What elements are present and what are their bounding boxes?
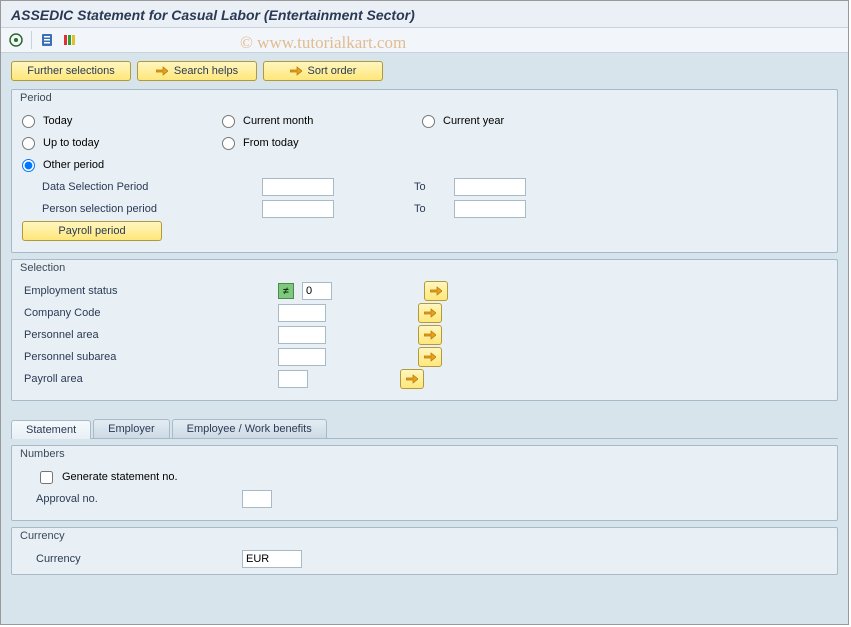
- company-code-row: Company Code: [22, 302, 827, 324]
- app-frame: ASSEDIC Statement for Casual Labor (Ente…: [0, 0, 849, 625]
- radio-label: Up to today: [43, 137, 99, 149]
- currency-group: Currency Currency: [11, 527, 838, 575]
- person-selection-to[interactable]: [454, 200, 526, 218]
- personnel-subarea-multiselect[interactable]: [418, 347, 442, 367]
- radio-up-to-today[interactable]: Up to today: [22, 137, 222, 150]
- further-selections-button[interactable]: Further selections: [11, 61, 131, 81]
- not-equal-icon[interactable]: ≠: [278, 283, 294, 299]
- radio-from-today[interactable]: From today: [222, 137, 422, 150]
- tab-employee-benefits[interactable]: Employee / Work benefits: [172, 419, 327, 438]
- payroll-area-input[interactable]: [278, 370, 308, 388]
- radio-today-input[interactable]: [22, 115, 35, 128]
- info-icon[interactable]: [38, 31, 56, 49]
- personnel-area-row: Personnel area: [22, 324, 827, 346]
- radio-current-month-input[interactable]: [222, 115, 235, 128]
- arrow-right-icon: [424, 308, 436, 318]
- period-legend: Period: [20, 92, 827, 104]
- sort-order-button[interactable]: Sort order: [263, 61, 383, 81]
- radio-label: Other period: [43, 159, 104, 171]
- payroll-area-label: Payroll area: [22, 373, 272, 385]
- arrow-right-icon: [424, 352, 436, 362]
- radio-label: Today: [43, 115, 72, 127]
- generate-statement-checkbox[interactable]: [40, 471, 53, 484]
- data-selection-label: Data Selection Period: [22, 181, 262, 193]
- numbers-group: Numbers Generate statement no. Approval …: [11, 445, 838, 521]
- tabstrip: Statement Employer Employee / Work benef…: [11, 419, 838, 439]
- company-code-label: Company Code: [22, 307, 272, 319]
- company-code-input[interactable]: [278, 304, 326, 322]
- personnel-subarea-label: Personnel subarea: [22, 351, 272, 363]
- variant-icon[interactable]: [60, 31, 78, 49]
- radio-from-today-input[interactable]: [222, 137, 235, 150]
- approval-no-input[interactable]: [242, 490, 272, 508]
- arrow-right-icon: [424, 330, 436, 340]
- period-radio-row-1: Today Current month Current year: [22, 110, 827, 132]
- content: Further selections Search helps Sort ord…: [1, 53, 848, 624]
- button-label: Further selections: [27, 65, 114, 77]
- radio-label: From today: [243, 137, 299, 149]
- radio-up-to-today-input[interactable]: [22, 137, 35, 150]
- arrow-right-icon: [290, 66, 302, 76]
- radio-current-year-input[interactable]: [422, 115, 435, 128]
- search-helps-button[interactable]: Search helps: [137, 61, 257, 81]
- person-selection-label: Person selection period: [22, 203, 262, 215]
- selection-group: Selection Employment status ≠ Company Co…: [11, 259, 838, 401]
- employment-status-input[interactable]: [302, 282, 332, 300]
- currency-legend: Currency: [20, 530, 827, 542]
- radio-current-year[interactable]: Current year: [422, 115, 622, 128]
- currency-row: Currency: [22, 548, 827, 570]
- tab-employer[interactable]: Employer: [93, 419, 169, 438]
- radio-label: Current month: [243, 115, 313, 127]
- arrow-right-icon: [156, 66, 168, 76]
- personnel-subarea-row: Personnel subarea: [22, 346, 827, 368]
- numbers-legend: Numbers: [20, 448, 827, 460]
- payroll-period-row: Payroll period: [22, 220, 827, 242]
- arrow-right-icon: [430, 286, 442, 296]
- person-selection-from[interactable]: [262, 200, 334, 218]
- currency-label: Currency: [22, 553, 242, 565]
- to-label: To: [414, 181, 454, 193]
- button-label: Search helps: [174, 65, 238, 77]
- selection-legend: Selection: [20, 262, 827, 274]
- period-group: Period Today Current month Current year: [11, 89, 838, 253]
- tab-statement[interactable]: Statement: [11, 420, 91, 439]
- data-selection-to[interactable]: [454, 178, 526, 196]
- currency-input[interactable]: [242, 550, 302, 568]
- personnel-area-label: Personnel area: [22, 329, 272, 341]
- payroll-area-multiselect[interactable]: [400, 369, 424, 389]
- payroll-area-row: Payroll area: [22, 368, 827, 390]
- toolbar-sep: [31, 31, 32, 49]
- page-title: ASSEDIC Statement for Casual Labor (Ente…: [1, 1, 848, 28]
- personnel-subarea-input[interactable]: [278, 348, 326, 366]
- person-selection-row: Person selection period To: [22, 198, 827, 220]
- company-code-multiselect[interactable]: [418, 303, 442, 323]
- data-selection-from[interactable]: [262, 178, 334, 196]
- period-radio-row-3: Other period: [22, 154, 827, 176]
- data-selection-row: Data Selection Period To: [22, 176, 827, 198]
- payroll-period-button[interactable]: Payroll period: [22, 221, 162, 241]
- radio-label: Current year: [443, 115, 504, 127]
- period-radio-row-2: Up to today From today: [22, 132, 827, 154]
- radio-current-month[interactable]: Current month: [222, 115, 422, 128]
- personnel-area-input[interactable]: [278, 326, 326, 344]
- approval-no-label: Approval no.: [22, 493, 242, 505]
- employment-status-label: Employment status: [22, 285, 272, 297]
- toolbar: [1, 28, 848, 53]
- to-label: To: [414, 203, 454, 215]
- radio-other-period[interactable]: Other period: [22, 159, 222, 172]
- employment-status-multiselect[interactable]: [424, 281, 448, 301]
- radio-other-period-input[interactable]: [22, 159, 35, 172]
- arrow-right-icon: [406, 374, 418, 384]
- employment-status-row: Employment status ≠: [22, 280, 827, 302]
- radio-today[interactable]: Today: [22, 115, 222, 128]
- selection-buttons: Further selections Search helps Sort ord…: [11, 61, 838, 81]
- button-label: Sort order: [308, 65, 357, 77]
- generate-statement-row: Generate statement no.: [22, 466, 827, 488]
- approval-no-row: Approval no.: [22, 488, 827, 510]
- personnel-area-multiselect[interactable]: [418, 325, 442, 345]
- button-label: Payroll period: [58, 225, 125, 237]
- execute-icon[interactable]: [7, 31, 25, 49]
- generate-statement-label: Generate statement no.: [62, 471, 178, 483]
